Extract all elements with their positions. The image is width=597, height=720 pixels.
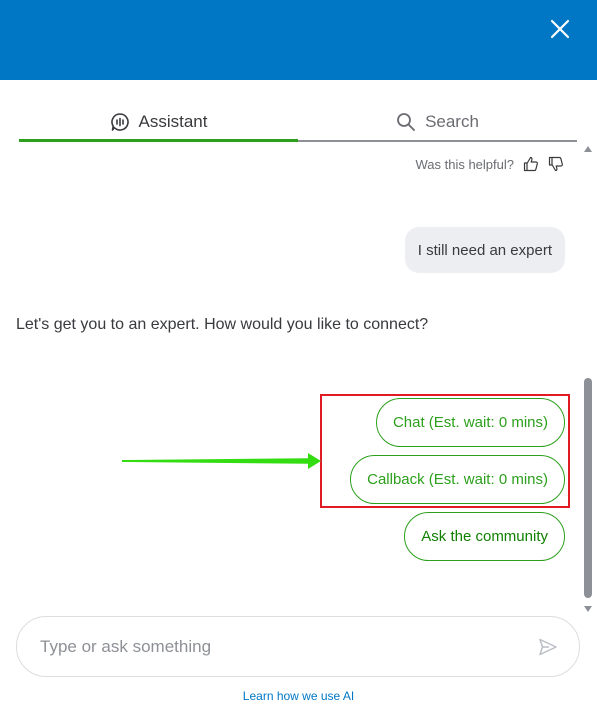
message-composer <box>16 616 580 677</box>
search-icon <box>396 112 416 132</box>
scroll-up-arrow-icon[interactable] <box>584 146 592 152</box>
chat-bubble-icon <box>110 112 130 132</box>
tab-search-label: Search <box>425 112 479 131</box>
highlight-box <box>320 394 570 508</box>
tab-bar: Assistant Search <box>19 104 577 142</box>
close-button[interactable] <box>545 14 575 44</box>
user-message-text: I still need an expert <box>417 241 552 259</box>
scrollbar-thumb[interactable] <box>584 378 592 598</box>
ask-community-label: Ask the community <box>421 528 548 545</box>
panel-header <box>0 0 597 80</box>
learn-ai-link[interactable]: Learn how we use AI <box>0 689 597 703</box>
feedback-label: Was this helpful? <box>415 156 514 172</box>
assistant-panel: Assistant Search Was this helpful? I sti… <box>0 0 597 720</box>
scrollbar[interactable] <box>581 144 595 614</box>
send-icon <box>539 638 557 655</box>
close-icon <box>550 19 570 39</box>
tab-assistant-label: Assistant <box>138 111 208 131</box>
assistant-message: Let's get you to an expert. How would yo… <box>16 316 429 333</box>
tab-assistant[interactable]: Assistant <box>19 104 298 142</box>
scroll-down-arrow-icon[interactable] <box>584 606 592 612</box>
thumbs-down-icon[interactable] <box>548 156 564 172</box>
thumbs-up-icon[interactable] <box>523 156 539 172</box>
user-message: I still need an expert <box>404 227 565 273</box>
ask-community-button[interactable]: Ask the community <box>404 512 565 561</box>
annotation-arrow-icon <box>122 453 321 469</box>
feedback-row: Was this helpful? <box>415 154 564 174</box>
tab-search[interactable]: Search <box>298 104 577 142</box>
send-button[interactable] <box>538 637 558 657</box>
message-input[interactable] <box>38 635 538 658</box>
